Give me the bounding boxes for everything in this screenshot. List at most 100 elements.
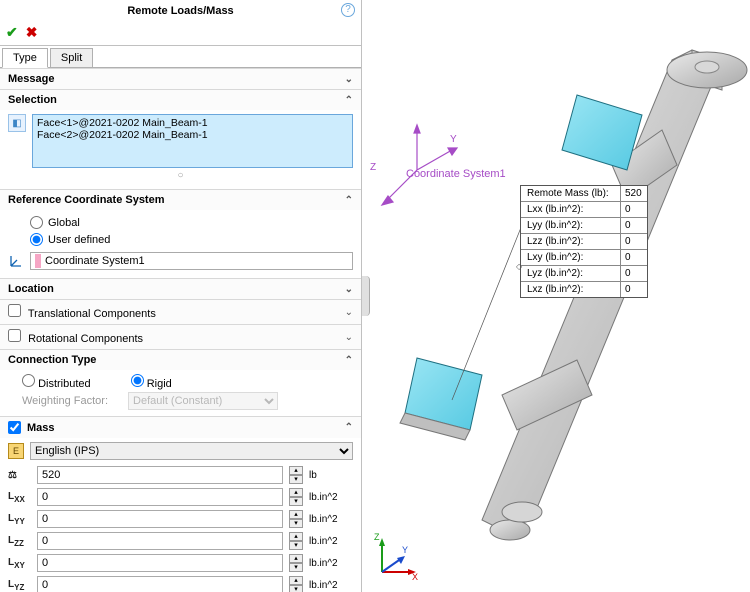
- spin-up[interactable]: ▴: [289, 510, 303, 519]
- section-refcoord-label: Reference Coordinate System: [8, 194, 165, 206]
- spinner: ▴▾: [289, 576, 303, 592]
- cancel-button[interactable]: ✖: [26, 24, 38, 41]
- spin-up[interactable]: ▴: [289, 488, 303, 497]
- inertia-label: LYY: [8, 513, 31, 526]
- section-conn-body: Distributed Rigid: [0, 370, 361, 392]
- section-message-label: Message: [8, 73, 54, 85]
- checkbox-trans[interactable]: [8, 304, 21, 317]
- coord-pink-marker: [35, 254, 41, 268]
- spinner: ▴▾: [289, 532, 303, 550]
- radio-global-label: Global: [48, 217, 80, 229]
- inertia-lzz-row: LZZ ▴▾ lb.in^2: [0, 530, 361, 552]
- hud-row[interactable]: Lyz (lb.in^2):0: [521, 266, 647, 282]
- radio-global[interactable]: [30, 216, 43, 229]
- chevron-up-icon: ⌃: [345, 95, 353, 106]
- ok-button[interactable]: ✔: [6, 24, 18, 41]
- chevron-up-icon: ⌃: [345, 195, 353, 206]
- view-triad-icon: X Y Z: [372, 528, 426, 582]
- spinner: ▴▾: [289, 466, 303, 484]
- radio-rigid-label: Rigid: [147, 378, 172, 390]
- mass-units-row: E English (IPS): [0, 438, 361, 464]
- checkbox-rot[interactable]: [8, 329, 21, 342]
- panel-title: Remote Loads/Mass: [127, 5, 233, 17]
- hud-grip-icon[interactable]: ◇: [516, 262, 522, 271]
- spin-down[interactable]: ▾: [289, 585, 303, 592]
- section-location-header[interactable]: Location ⌄: [0, 278, 361, 299]
- inertia-lxx-row: LXX ▴▾ lb.in^2: [0, 486, 361, 508]
- face-selector-icon[interactable]: ◧: [8, 114, 26, 132]
- weighting-factor-row: Weighting Factor: Default (Constant): [0, 392, 361, 416]
- section-conn-header[interactable]: Connection Type ⌃: [0, 349, 361, 370]
- spin-down[interactable]: ▾: [289, 519, 303, 528]
- hud-row[interactable]: Lyy (lb.in^2):0: [521, 218, 647, 234]
- svg-text:Y: Y: [450, 134, 457, 145]
- hud-value: 520: [621, 186, 647, 201]
- selection-item[interactable]: Face<2>@2021-0202 Main_Beam-1: [37, 129, 348, 141]
- inertia-label: LXX: [8, 491, 31, 504]
- spinner: ▴▾: [289, 488, 303, 506]
- svg-text:Y: Y: [402, 545, 408, 555]
- section-message-header[interactable]: Message ⌄: [0, 68, 361, 89]
- section-trans-header[interactable]: Translational Components ⌄: [0, 299, 361, 324]
- hud-row[interactable]: Lxz (lb.in^2):0: [521, 282, 647, 297]
- chevron-down-icon: ⌄: [345, 284, 353, 295]
- help-icon[interactable]: ?: [341, 3, 355, 17]
- unit-label: lb.in^2: [309, 558, 353, 569]
- inertia-lyz-input[interactable]: [37, 576, 283, 592]
- inertia-lzz-input[interactable]: [37, 532, 283, 550]
- inertia-lyy-input[interactable]: [37, 510, 283, 528]
- section-refcoord-header[interactable]: Reference Coordinate System ⌃: [0, 189, 361, 210]
- hud-row[interactable]: Remote Mass (lb):520: [521, 186, 647, 202]
- inertia-lxx-input[interactable]: [37, 488, 283, 506]
- spin-up[interactable]: ▴: [289, 576, 303, 585]
- unit-label: lb.in^2: [309, 580, 353, 591]
- spinner: ▴▾: [289, 510, 303, 528]
- unit-label: lb: [309, 470, 353, 481]
- section-selection-header[interactable]: Selection ⌃: [0, 89, 361, 110]
- unit-label: lb.in^2: [309, 536, 353, 547]
- radio-distributed-label: Distributed: [38, 378, 91, 390]
- spin-up[interactable]: ▴: [289, 532, 303, 541]
- coord-system-name: Coordinate System1: [45, 255, 145, 267]
- hud-row[interactable]: Lxy (lb.in^2):0: [521, 250, 647, 266]
- coord-system-field[interactable]: Coordinate System1: [30, 252, 353, 270]
- tab-type[interactable]: Type: [2, 48, 48, 68]
- spin-down[interactable]: ▾: [289, 497, 303, 506]
- mass-input[interactable]: [37, 466, 283, 484]
- graphics-viewport[interactable]: Y Z Coordinate System1 ◇ Remote Mass (lb…: [362, 0, 750, 592]
- inertia-label: LYZ: [8, 579, 31, 592]
- hud-value: 0: [621, 250, 647, 265]
- radio-distributed[interactable]: [22, 374, 35, 387]
- mass-hud[interactable]: ◇ Remote Mass (lb):520Lxx (lb.in^2):0Lyy…: [520, 185, 648, 298]
- spin-up[interactable]: ▴: [289, 466, 303, 475]
- resize-grip[interactable]: ○: [8, 170, 353, 181]
- section-selection-body: ◧ Face<1>@2021-0202 Main_Beam-1 Face<2>@…: [0, 110, 361, 189]
- inertia-label: LXY: [8, 557, 31, 570]
- spin-down[interactable]: ▾: [289, 475, 303, 484]
- section-rot-header[interactable]: Rotational Components ⌄: [0, 324, 361, 349]
- inertia-lxy-input[interactable]: [37, 554, 283, 572]
- hud-label: Lxy (lb.in^2):: [521, 250, 621, 265]
- hud-value: 0: [621, 266, 647, 281]
- selection-listbox[interactable]: Face<1>@2021-0202 Main_Beam-1 Face<2>@20…: [32, 114, 353, 168]
- tab-split[interactable]: Split: [50, 48, 93, 67]
- chevron-down-icon: ⌄: [345, 307, 353, 318]
- unit-label: lb.in^2: [309, 492, 353, 503]
- mass-units-select[interactable]: English (IPS): [30, 442, 353, 460]
- inertia-label: LZZ: [8, 535, 31, 548]
- hud-row[interactable]: Lzz (lb.in^2):0: [521, 234, 647, 250]
- hud-label: Lxz (lb.in^2):: [521, 282, 621, 297]
- mass-scale-icon: ⚖: [8, 470, 31, 481]
- cs-label: Coordinate System1: [406, 168, 506, 180]
- section-mass-header[interactable]: Mass ⌃: [0, 416, 361, 438]
- checkbox-mass[interactable]: [8, 421, 21, 434]
- weighting-select: Default (Constant): [128, 392, 278, 410]
- spin-down[interactable]: ▾: [289, 541, 303, 550]
- chevron-down-icon: ⌄: [345, 332, 353, 343]
- spin-down[interactable]: ▾: [289, 563, 303, 572]
- radio-rigid[interactable]: [131, 374, 144, 387]
- hud-row[interactable]: Lxx (lb.in^2):0: [521, 202, 647, 218]
- radio-userdef[interactable]: [30, 233, 43, 246]
- spin-up[interactable]: ▴: [289, 554, 303, 563]
- selection-item[interactable]: Face<1>@2021-0202 Main_Beam-1: [37, 117, 348, 129]
